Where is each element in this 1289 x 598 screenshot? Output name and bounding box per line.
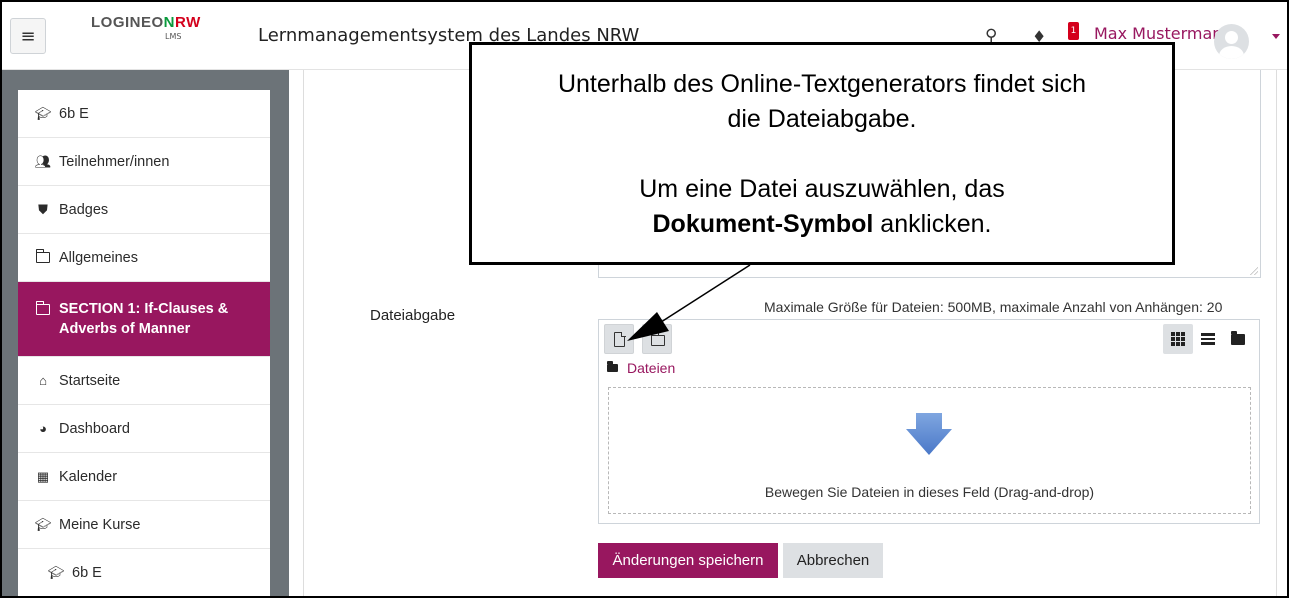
sidebar-item-label: 6b E: [72, 564, 102, 581]
file-manager: Dateien Bewegen Sie Dateien in dieses Fe…: [598, 319, 1260, 524]
logo-text-part3: RW: [175, 14, 201, 31]
callout-emphasis: Dokument-Symbol: [652, 210, 874, 238]
sidebar-item-my-courses[interactable]: 🎓︎ Meine Kurse: [18, 501, 270, 549]
screen-frame: ≡ LOGINEONRW LMS Lernmanagementsystem de…: [0, 0, 1289, 598]
content-divider-left: [303, 70, 304, 596]
breadcrumb-files-link[interactable]: Dateien: [627, 360, 675, 376]
breadcrumb: Dateien: [607, 360, 675, 376]
file-submission-label: Dateiabgabe: [370, 307, 456, 324]
home-icon: ⌂: [39, 373, 47, 388]
view-tree-button[interactable]: [1223, 324, 1253, 354]
shield-icon: ⛊: [38, 201, 48, 217]
sidebar-item-label: Kalender: [59, 468, 118, 485]
graduation-cap-icon: 🎓︎: [34, 516, 52, 532]
sidebar-item-dashboard[interactable]: ◕ Dashboard: [18, 405, 270, 453]
user-name[interactable]: Max Mustermann: [1094, 24, 1233, 43]
cancel-button[interactable]: Abbrechen: [783, 543, 883, 578]
sidebar-item-label: Allgemeines: [59, 249, 138, 266]
sidebar-item-course-sub[interactable]: 🎓︎ 6b E: [18, 549, 270, 596]
users-icon: 👥︎: [34, 153, 52, 169]
logo[interactable]: LOGINEONRW LMS: [81, 10, 205, 60]
sidebar-item-course[interactable]: 🎓︎ 6b E: [18, 90, 270, 138]
logo-subtitle: LMS: [165, 32, 182, 41]
drop-zone[interactable]: Bewegen Sie Dateien in dieses Feld (Drag…: [608, 387, 1251, 514]
logo-text-part1: LOGINEO: [91, 14, 164, 31]
drop-instruction: Bewegen Sie Dateien in dieses Feld (Drag…: [764, 484, 1095, 500]
callout-line-4: Dokument-Symbol anklicken.: [472, 207, 1172, 242]
save-changes-button[interactable]: Änderungen speichern: [598, 543, 778, 578]
menu-button[interactable]: ≡: [10, 18, 46, 54]
sidebar-item-section-1[interactable]: SECTION 1: If-Clauses & Adverbs of Manne…: [18, 282, 270, 357]
sidebar-item-calendar[interactable]: ▦ Kalender: [18, 453, 270, 501]
create-folder-button[interactable]: [642, 324, 672, 354]
drawer-menu: 🎓︎ 6b E 👥︎ Teilnehmer/innen ⛊ Badges All…: [18, 90, 270, 596]
sidebar-item-badges[interactable]: ⛊ Badges: [18, 186, 270, 234]
grid-icon: [1171, 332, 1185, 346]
sidebar-item-label: Meine Kurse: [59, 516, 141, 533]
max-size-info: Maximale Größe für Dateien: 500MB, maxim…: [764, 299, 1223, 315]
resize-handle[interactable]: [1250, 267, 1258, 275]
add-file-button[interactable]: [604, 324, 634, 354]
sidebar-item-label: SECTION 1: If-Clauses & Adverbs of Manne…: [59, 301, 229, 337]
sidebar-item-general[interactable]: Allgemeines: [18, 234, 270, 282]
chevron-down-icon[interactable]: [1272, 34, 1280, 39]
document-icon: [614, 331, 626, 347]
callout-line-3: Um eine Datei auszuwählen, das: [639, 175, 1005, 203]
arrow-down-icon: [906, 413, 952, 455]
content-divider-right: [1276, 70, 1277, 596]
notification-badge: 1: [1068, 22, 1079, 40]
callout-line-4-rest: anklicken.: [873, 210, 992, 238]
list-icon: [1201, 333, 1215, 345]
folder-icon: [650, 332, 665, 346]
folder-icon: [1231, 330, 1245, 345]
menu-icon: ≡: [20, 25, 36, 47]
calendar-icon: ▦: [36, 468, 50, 484]
view-list-button[interactable]: [1193, 324, 1223, 354]
logo-text-part2: N: [163, 14, 176, 31]
view-icons-button[interactable]: [1163, 324, 1193, 354]
sidebar-item-participants[interactable]: 👥︎ Teilnehmer/innen: [18, 138, 270, 186]
sidebar-item-label: Startseite: [59, 372, 121, 389]
nav-drawer: 🎓︎ 6b E 👥︎ Teilnehmer/innen ⛊ Badges All…: [2, 70, 289, 596]
graduation-cap-icon: 🎓︎: [34, 105, 52, 121]
folder-icon: [35, 300, 51, 317]
folder-icon: [35, 249, 51, 266]
dashboard-icon: ◕: [39, 421, 47, 436]
sidebar-item-home[interactable]: ⌂ Startseite: [18, 357, 270, 405]
callout-line-1: Unterhalb des Online-Textgenerators find…: [557, 70, 1087, 98]
folder-icon: [607, 361, 618, 372]
avatar[interactable]: [1214, 24, 1249, 59]
sidebar-item-label: Badges: [59, 201, 109, 218]
graduation-cap-icon: 🎓︎: [47, 564, 65, 580]
tutorial-callout: Unterhalb des Online-Textgenerators find…: [469, 42, 1175, 265]
callout-line-2: die Dateiabgabe.: [727, 105, 917, 133]
sidebar-item-label: 6b E: [59, 105, 89, 122]
sidebar-item-label: Dashboard: [59, 420, 130, 437]
sidebar-item-label: Teilnehmer/innen: [59, 153, 170, 170]
